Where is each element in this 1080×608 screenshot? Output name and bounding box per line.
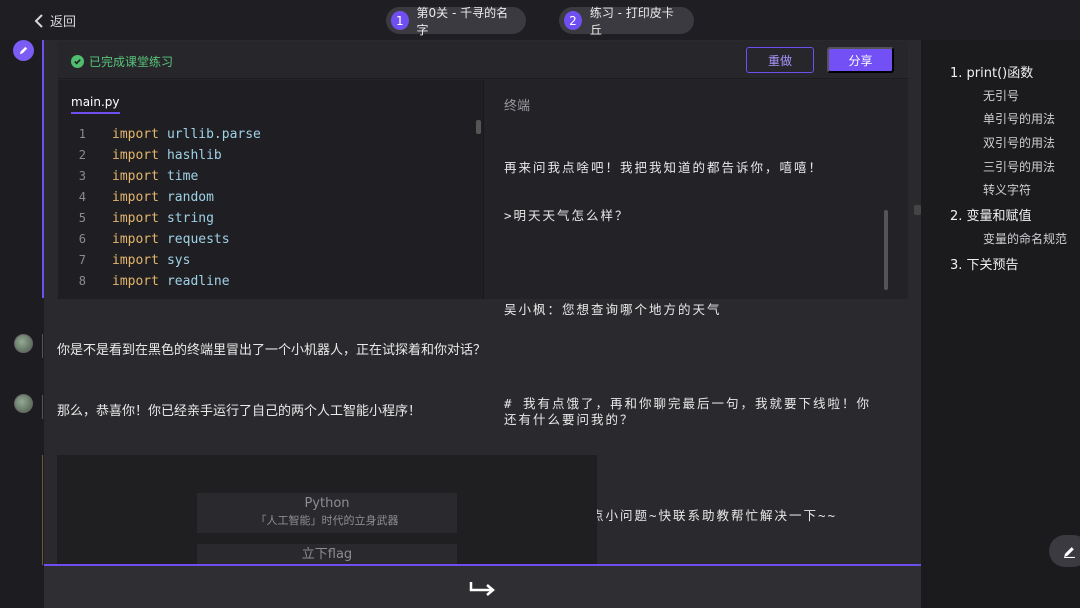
completion-text: 已完成课堂练习: [89, 55, 174, 69]
toc-item-preview[interactable]: 3. 下关预告: [950, 254, 1019, 273]
toc-sub-item[interactable]: 转义字符: [983, 181, 1031, 198]
code-line: 2 import hashlib: [58, 145, 478, 166]
terminal-panel[interactable]: 终端 再来问我点啥吧！我把我知道的都告诉你，嘻嘻！ >明天天气怎么样？ 吴小枫：…: [483, 80, 908, 572]
module-name: requests: [166, 232, 230, 247]
terminal-line: >明天天气怎么样？: [504, 208, 630, 223]
back-label: 返回: [50, 15, 77, 30]
module-name: time: [166, 169, 199, 184]
completion-status: 已完成课堂练习: [71, 53, 173, 70]
toc-sidebar: 1. print()函数 无引号 单引号的用法 双引号的用法 三引号的用法 转义…: [921, 40, 1080, 608]
code-editor[interactable]: main.py 1 import urllib.parse 2 import hashl…: [58, 80, 483, 299]
note-button[interactable]: [1049, 535, 1080, 567]
code-line: 6 import requests: [58, 229, 478, 250]
avatar: [14, 394, 33, 413]
next-arrow-icon[interactable]: [468, 579, 498, 597]
terminal-line: # 我有点饿了，再和你聊完最后一句，我就要下线啦！你还有什么要问我的？: [504, 396, 872, 427]
flag-button[interactable]: 立下flag: [197, 544, 457, 566]
course-title: Python: [304, 496, 350, 511]
line-number: 1: [78, 127, 86, 141]
code-line: 8 import readline: [58, 271, 478, 292]
toc-item-print[interactable]: 1. print()函数: [950, 62, 1033, 81]
chat-message: 你是不是看到在黑色的终端里冒出了一个小机器人，正在试探着和你对话？: [57, 343, 487, 358]
chat-message: 那么，恭喜你！你已经亲手运行了自己的两个人工智能小程序！: [57, 404, 422, 419]
code-lines: 1 import urllib.parse 2 import hashlib 3 impo…: [58, 124, 478, 292]
edit-avatar: [13, 40, 34, 61]
toc-sub-item[interactable]: 三引号的用法: [983, 158, 1055, 175]
code-line: 1 import urllib.parse: [58, 124, 478, 145]
toc-item-variables[interactable]: 2. 变量和赋值: [950, 205, 1032, 224]
keyword: import: [112, 127, 159, 142]
pencil-icon: [19, 46, 28, 55]
left-gutter: [0, 40, 44, 608]
thread-line: [42, 455, 43, 565]
chevron-left-icon: [34, 13, 43, 28]
line-number: 4: [78, 190, 86, 204]
toc-sub-item[interactable]: 单引号的用法: [983, 110, 1055, 127]
toc-sub-item[interactable]: 双引号的用法: [983, 134, 1055, 151]
line-number: 5: [78, 211, 86, 225]
step-tab-2[interactable]: 2 练习 - 打印皮卡丘: [559, 6, 694, 37]
line-number: 8: [78, 274, 86, 288]
line-number: 6: [78, 232, 86, 246]
keyword: import: [112, 190, 159, 205]
back-button[interactable]: 返回: [34, 11, 76, 30]
module-name: string: [166, 211, 214, 226]
redo-button[interactable]: 重做: [746, 47, 814, 73]
code-line: 5 import string: [58, 208, 478, 229]
module-name: sys: [166, 253, 191, 268]
code-line: 7 import sys: [58, 250, 478, 271]
line-number: 3: [78, 169, 86, 183]
bottom-bar: [44, 564, 921, 608]
terminal-line: 再来问我点啥吧！我把我知道的都告诉你，嘻嘻！: [504, 160, 824, 175]
step-number: 2: [564, 11, 582, 30]
course-subtitle: 「人工智能」时代的立身武器: [255, 514, 399, 527]
exercise-card: 已完成课堂练习 重做 分享 main.py 1 import urllib.pars…: [58, 41, 908, 572]
step-number: 1: [391, 11, 409, 30]
terminal-scrollbar[interactable]: [884, 210, 888, 290]
code-vertical-scrollbar[interactable]: [476, 120, 481, 134]
step-label: 第0关 - 千寻的名字: [416, 5, 509, 37]
module-name: hashlib: [166, 148, 222, 163]
message-divider: [42, 334, 43, 358]
exercise-header: 已完成课堂练习 重做 分享: [58, 41, 908, 79]
keyword: import: [112, 274, 159, 289]
module-name: random: [166, 190, 214, 205]
top-bar: 返回 1 第0关 - 千寻的名字 2 练习 - 打印皮卡丘: [0, 0, 1080, 40]
share-button[interactable]: 分享: [827, 47, 894, 73]
message-divider: [42, 395, 43, 419]
module-name: readline: [166, 274, 230, 289]
keyword: import: [112, 148, 159, 163]
file-tab-main[interactable]: main.py: [71, 95, 120, 114]
line-number: 2: [78, 148, 86, 162]
toc-sub-item[interactable]: 变量的命名规范: [983, 230, 1067, 247]
line-number: 7: [78, 253, 86, 267]
terminal-title: 终端: [504, 99, 531, 114]
keyword: import: [112, 253, 159, 268]
course-banner[interactable]: Python 「人工智能」时代的立身武器: [197, 493, 457, 533]
module-name: urllib.parse: [166, 127, 261, 142]
avatar: [14, 334, 33, 353]
code-line: 4 import random: [58, 187, 478, 208]
step-tab-1[interactable]: 1 第0关 - 千寻的名字: [386, 6, 526, 37]
terminal-line: 吴小枫：您想查询哪个地方的天气: [504, 302, 722, 317]
check-circle-icon: [71, 55, 84, 68]
step-label: 练习 - 打印皮卡丘: [589, 5, 674, 37]
keyword: import: [112, 169, 159, 184]
thread-line: [42, 40, 44, 298]
pencil-icon: [1064, 546, 1075, 558]
code-line: 3 import time: [58, 166, 478, 187]
toc-sub-item[interactable]: 无引号: [983, 87, 1019, 104]
sidebar-toggle-handle[interactable]: [914, 205, 921, 215]
keyword: import: [112, 211, 159, 226]
keyword: import: [112, 232, 159, 247]
